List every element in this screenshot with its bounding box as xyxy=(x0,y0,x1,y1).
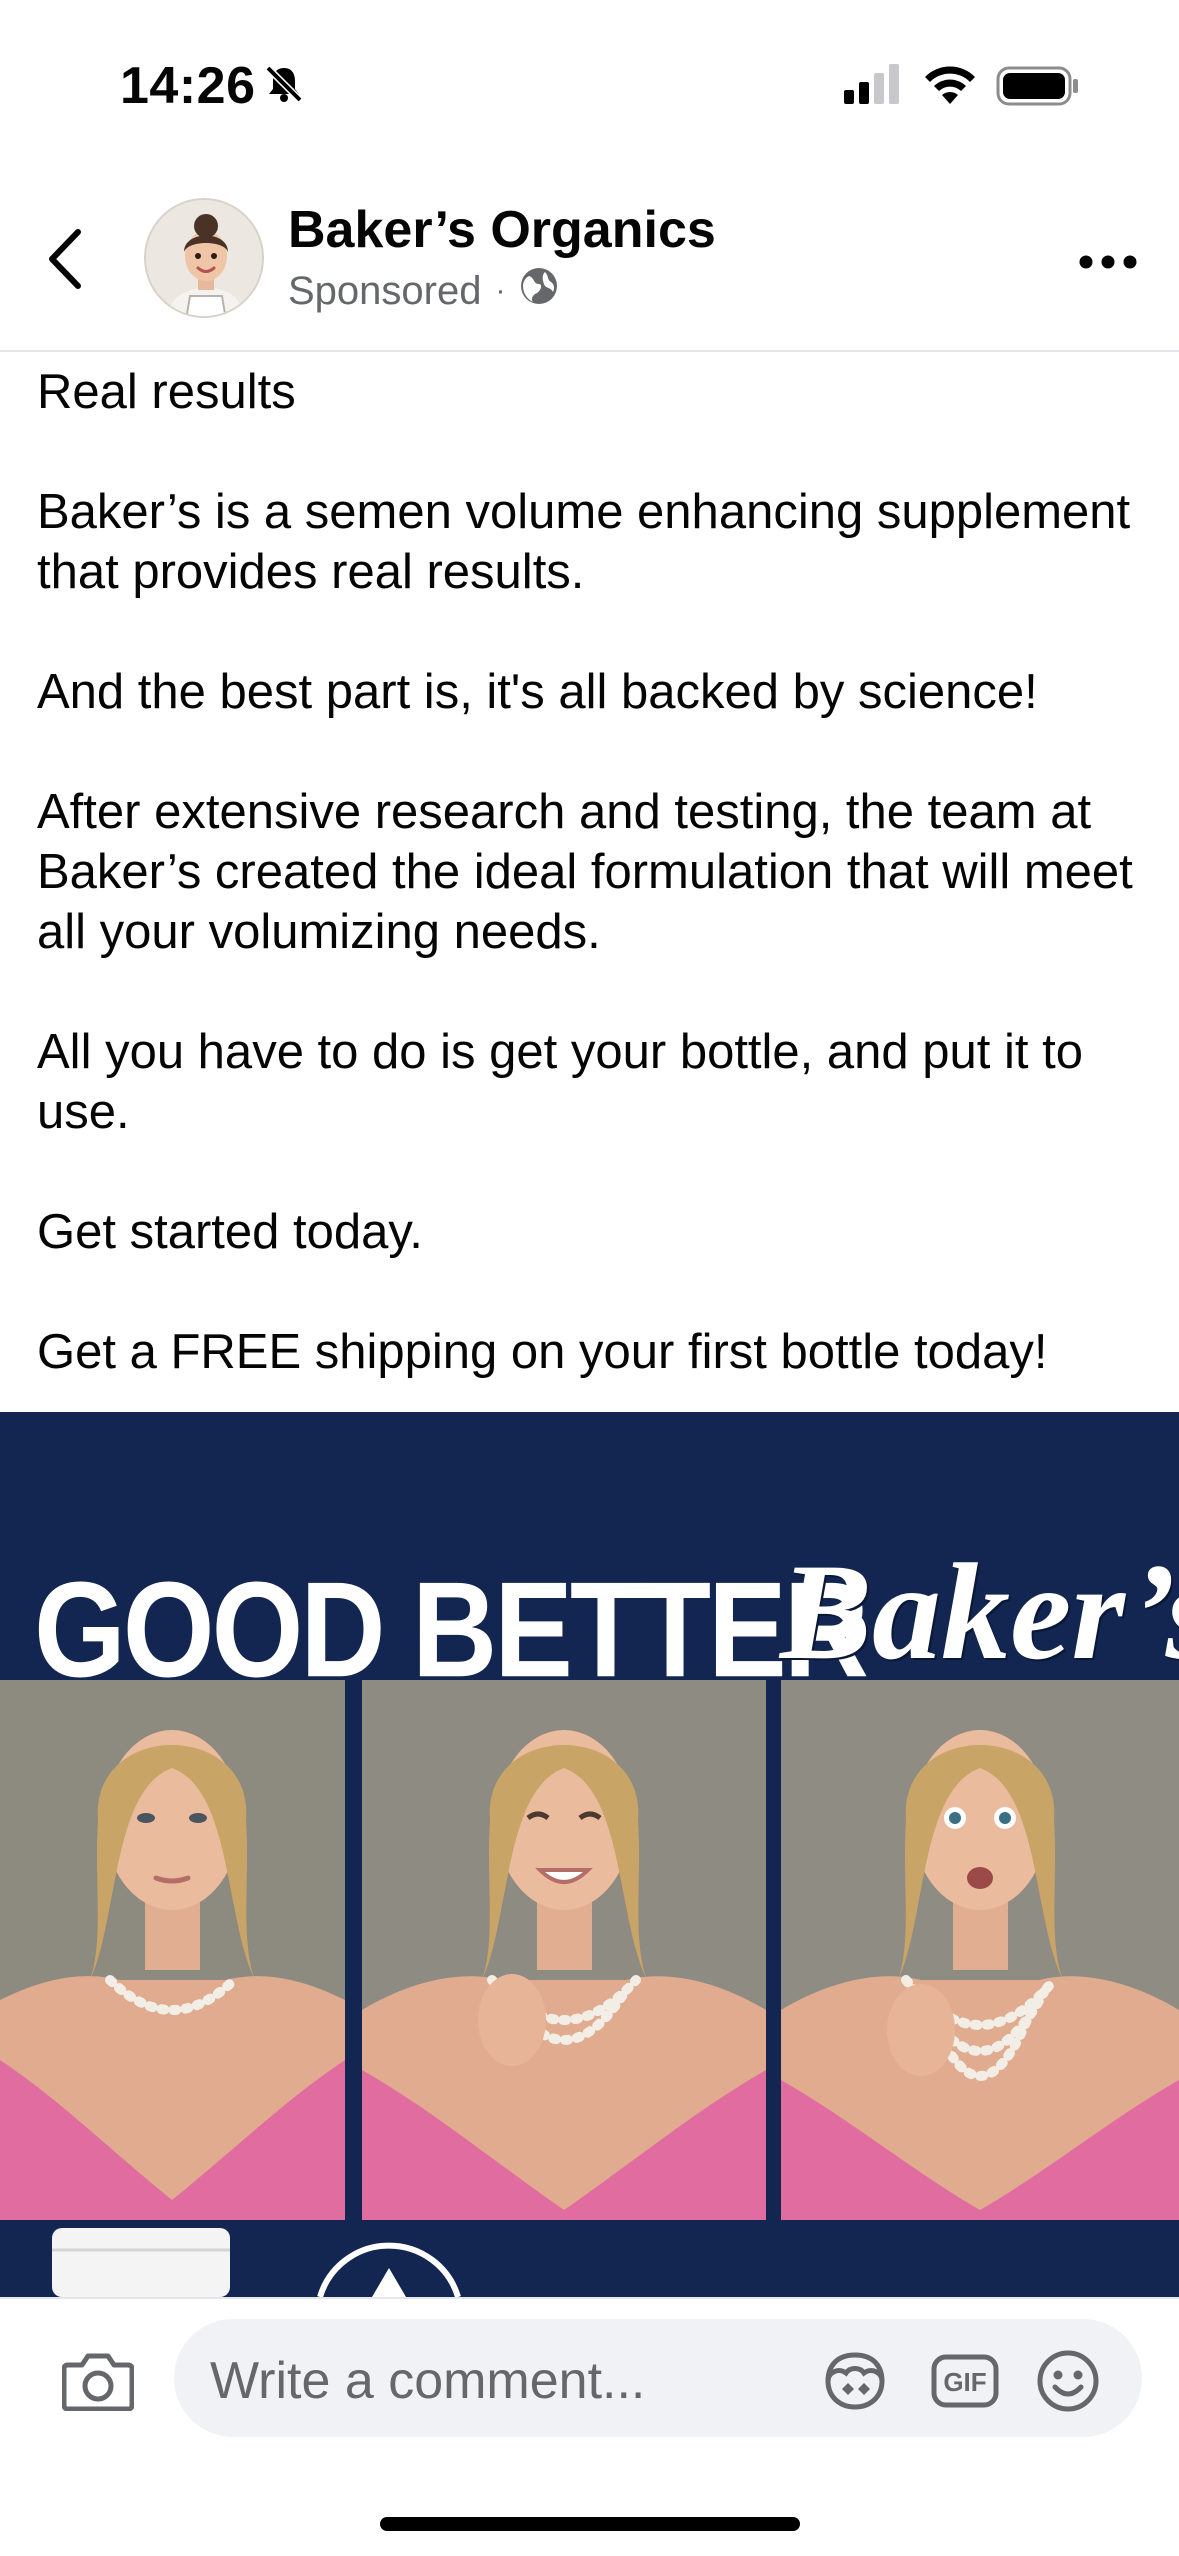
signal-icon xyxy=(844,64,904,109)
ad-photo-brand xyxy=(781,1680,1179,2220)
more-icon[interactable] xyxy=(1078,254,1138,275)
post-text: Real results Baker’s is a semen volume e… xyxy=(37,362,1147,1442)
comment-placeholder: Write a comment... xyxy=(210,2352,646,2410)
post-header: Baker’s Organics Sponsored · xyxy=(0,170,1179,352)
post-paragraph: Get started today. xyxy=(37,1205,423,1259)
emoji-icon[interactable] xyxy=(1036,2349,1100,2418)
ad-bottom-strip xyxy=(0,2220,1179,2297)
post-paragraph: And the best part is, it's all backed by… xyxy=(37,665,1038,719)
bell-slash-icon xyxy=(262,62,306,111)
page-name[interactable]: Baker’s Organics xyxy=(288,200,716,260)
post-paragraph: After extensive research and testing, th… xyxy=(37,785,1133,959)
back-icon[interactable] xyxy=(44,226,84,297)
camera-icon[interactable] xyxy=(61,2351,135,2416)
sponsored-label: Sponsored xyxy=(288,268,482,313)
comment-bar: Write a comment... GIF xyxy=(0,2297,1179,2556)
ad-photo-good xyxy=(0,1680,345,2220)
status-bar: 14:26 xyxy=(0,0,1179,170)
wifi-icon xyxy=(922,64,978,109)
sponsored-row: Sponsored · xyxy=(288,266,559,316)
globe-icon xyxy=(519,266,559,316)
ad-label-brand: Baker’s xyxy=(780,1535,1179,1688)
post-paragraph: Real results xyxy=(37,365,296,419)
status-time: 14:26 xyxy=(120,57,256,115)
comment-input[interactable]: Write a comment... GIF xyxy=(174,2319,1142,2437)
home-indicator[interactable] xyxy=(380,2517,800,2531)
gif-label: GIF xyxy=(943,2367,986,2397)
avatar-sticker-icon[interactable] xyxy=(820,2351,890,2416)
post-paragraph: All you have to do is get your bottle, a… xyxy=(37,1025,1083,1139)
ad-image[interactable]: GOOD BETTER Baker’s xyxy=(0,1412,1179,2297)
separator-dot: · xyxy=(495,274,506,307)
gif-icon[interactable]: GIF xyxy=(930,2353,1000,2414)
post-paragraph: Baker’s is a semen volume enhancing supp… xyxy=(37,485,1131,599)
ad-photo-better xyxy=(362,1680,766,2220)
battery-icon xyxy=(996,66,1080,111)
page-avatar[interactable] xyxy=(144,198,264,318)
post-paragraph: Get a FREE shipping on your first bottle… xyxy=(37,1325,1048,1379)
